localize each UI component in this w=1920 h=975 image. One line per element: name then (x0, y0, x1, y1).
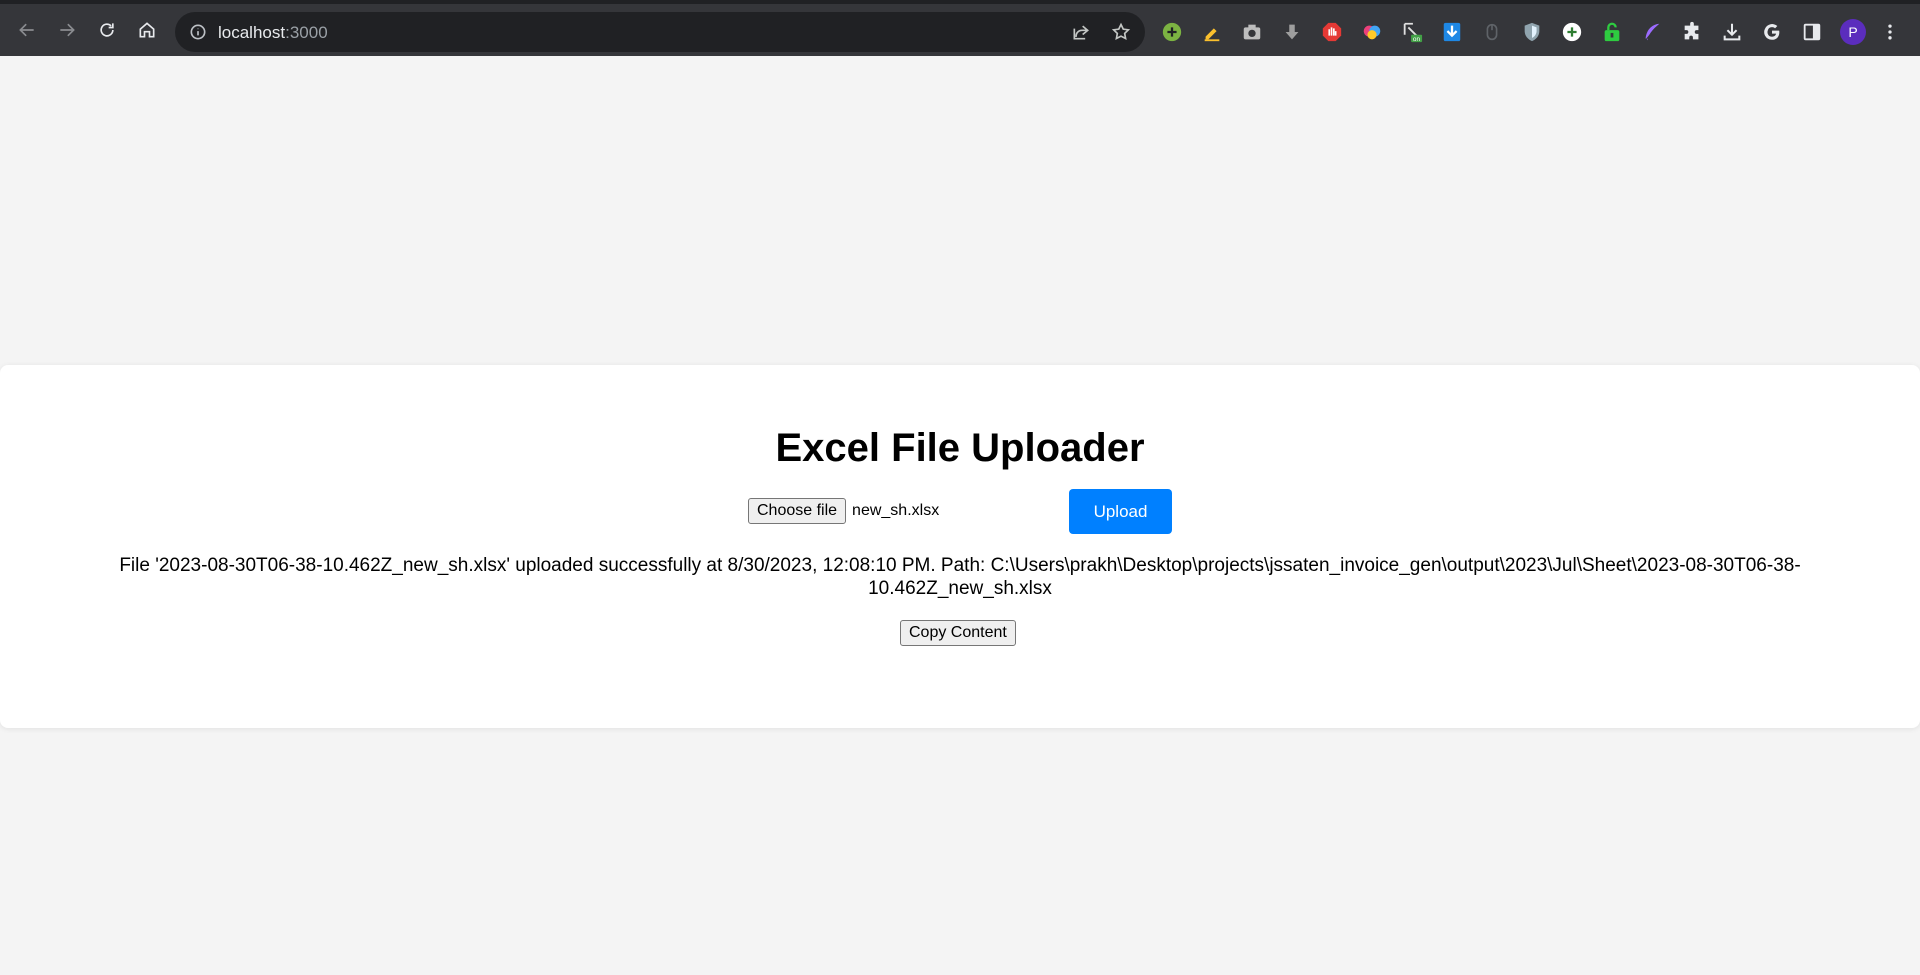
plus-outline-icon[interactable] (1560, 20, 1584, 44)
menu-kebab-icon[interactable] (1880, 20, 1900, 44)
browser-toolbar: localhost:3000 on P (0, 0, 1920, 56)
info-icon[interactable] (188, 22, 208, 42)
arrow-left-icon (19, 23, 34, 37)
cursor-on-icon[interactable]: on (1400, 20, 1424, 44)
download-arrow-icon[interactable] (1280, 20, 1304, 44)
feather-icon[interactable] (1640, 20, 1664, 44)
page-title: Excel File Uploader (775, 426, 1145, 470)
url-port: :3000 (285, 23, 328, 42)
back-button[interactable] (12, 15, 42, 45)
reload-icon (100, 23, 114, 37)
forward-button[interactable] (52, 15, 82, 45)
home-button[interactable] (132, 15, 162, 45)
upload-status-message: File '2023-08-30T06-38-10.462Z_new_sh.xl… (119, 555, 1801, 599)
svg-text:on: on (1413, 36, 1421, 43)
reload-button[interactable] (92, 15, 122, 45)
copy-content-button[interactable]: Copy Content (900, 620, 1016, 646)
brain-icon[interactable] (1360, 20, 1384, 44)
stop-hand-icon[interactable] (1320, 20, 1344, 44)
highlighter-icon[interactable] (1200, 20, 1224, 44)
uploader-card: Excel File Uploader Choose file new_sh.x… (0, 365, 1920, 728)
choose-file-button[interactable]: Choose file (748, 498, 847, 524)
lock-green-icon[interactable] (1600, 20, 1624, 44)
camera-icon[interactable] (1240, 20, 1264, 44)
address-bar[interactable]: localhost:3000 (175, 12, 1145, 52)
download-blue-icon[interactable] (1440, 20, 1464, 44)
url-text[interactable]: localhost:3000 (218, 23, 328, 43)
mouse-icon[interactable] (1480, 20, 1504, 44)
google-icon[interactable] (1760, 20, 1784, 44)
url-host: localhost (218, 23, 286, 42)
file-input[interactable]: Choose file new_sh.xlsx (748, 498, 939, 524)
home-icon (139, 22, 155, 38)
arrow-right-icon (60, 23, 75, 37)
page-viewport: Excel File Uploader Choose file new_sh.x… (0, 56, 1920, 975)
side-panel-icon[interactable] (1800, 20, 1824, 44)
profile-avatar[interactable]: P (1840, 19, 1866, 45)
upload-button[interactable]: Upload (1069, 489, 1172, 534)
downloads-icon[interactable] (1720, 20, 1744, 44)
bookmark-star-icon[interactable] (1111, 22, 1131, 42)
shield-icon[interactable] (1520, 20, 1544, 44)
plus-circle-icon[interactable] (1160, 20, 1184, 44)
share-icon[interactable] (1071, 22, 1091, 42)
puzzle-piece-icon[interactable] (1680, 20, 1704, 44)
selected-file-name: new_sh.xlsx (852, 502, 940, 519)
